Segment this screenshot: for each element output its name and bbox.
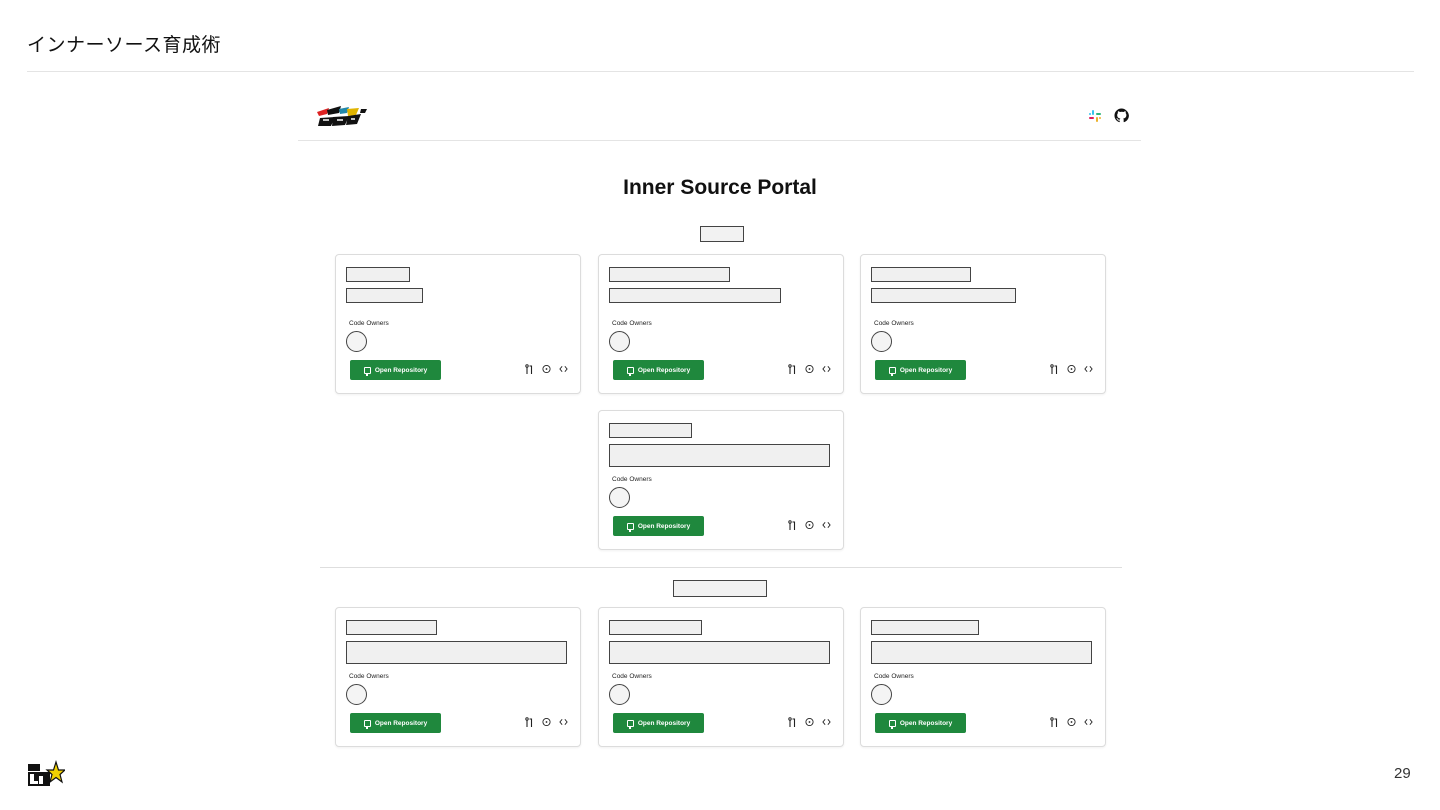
open-repository-label: Open Repository [374, 719, 428, 727]
repo-name-placeholder [609, 620, 702, 635]
repo-name-placeholder [346, 267, 410, 282]
portal-title: Inner Source Portal [623, 176, 817, 199]
issue-icon[interactable] [805, 519, 814, 531]
issue-icon[interactable] [1067, 363, 1076, 375]
repo-description-placeholder [609, 444, 830, 467]
repo-stats [525, 363, 568, 375]
repository-icon [626, 719, 634, 729]
open-repository-button[interactable]: Open Repository [613, 516, 704, 536]
repository-icon [888, 366, 896, 376]
issue-icon[interactable] [805, 363, 814, 375]
code-icon[interactable] [822, 716, 831, 728]
open-repository-button[interactable]: Open Repository [875, 360, 966, 380]
repo-name-placeholder [871, 620, 979, 635]
pull-request-icon[interactable] [525, 363, 534, 375]
code-icon[interactable] [1084, 363, 1093, 375]
code-icon[interactable] [1084, 716, 1093, 728]
issue-icon[interactable] [542, 716, 551, 728]
open-repository-label: Open Repository [899, 366, 953, 374]
code-icon[interactable] [822, 363, 831, 375]
pull-request-icon[interactable] [788, 363, 797, 375]
open-repository-label: Open Repository [637, 366, 691, 374]
repo-description-placeholder [609, 288, 781, 303]
repo-description-placeholder [346, 641, 567, 664]
code-owners-label: Code Owners [612, 476, 652, 483]
open-repository-button[interactable]: Open Repository [350, 713, 441, 733]
repo-card: Code Owners Open Repository [335, 254, 581, 394]
repo-stats [788, 716, 831, 728]
code-icon[interactable] [559, 716, 568, 728]
repo-name-placeholder [609, 267, 730, 282]
owner-avatar[interactable] [346, 331, 367, 352]
issue-icon[interactable] [542, 363, 551, 375]
pull-request-icon[interactable] [525, 716, 534, 728]
repo-description-placeholder [346, 288, 423, 303]
code-owners-label: Code Owners [874, 320, 914, 327]
repo-name-placeholder [609, 423, 692, 438]
section-divider [320, 567, 1122, 568]
repository-icon [626, 366, 634, 376]
repo-card: Code Owners Open Repository [860, 254, 1106, 394]
repo-card: Code Owners Open Repository [335, 607, 581, 747]
repo-card: Code Owners Open Repository [598, 254, 844, 394]
repo-stats [1050, 363, 1093, 375]
repo-card: Code Owners Open Repository [598, 607, 844, 747]
pull-request-icon[interactable] [1050, 716, 1059, 728]
repo-stats [788, 363, 831, 375]
repo-name-placeholder [871, 267, 971, 282]
portal-header-icons [1088, 108, 1129, 123]
code-owners-label: Code Owners [874, 673, 914, 680]
repo-description-placeholder [609, 641, 830, 664]
code-icon[interactable] [822, 519, 831, 531]
pull-request-icon[interactable] [788, 519, 797, 531]
issue-icon[interactable] [1067, 716, 1076, 728]
portal-header-divider [298, 140, 1141, 141]
open-repository-label: Open Repository [899, 719, 953, 727]
section-label-1 [700, 226, 744, 242]
teamlab-logo [28, 760, 65, 786]
portal-logo[interactable] [315, 104, 371, 128]
pull-request-icon[interactable] [788, 716, 797, 728]
open-repository-button[interactable]: Open Repository [350, 360, 441, 380]
repo-description-placeholder [871, 641, 1092, 664]
page-number: 29 [1394, 765, 1411, 782]
code-owners-label: Code Owners [349, 320, 389, 327]
open-repository-button[interactable]: Open Repository [613, 713, 704, 733]
slide-title: インナーソース育成術 [27, 34, 222, 56]
owner-avatar[interactable] [609, 331, 630, 352]
github-icon[interactable] [1114, 108, 1129, 123]
repo-card: Code Owners Open Repository [860, 607, 1106, 747]
repo-stats [525, 716, 568, 728]
open-repository-label: Open Repository [374, 366, 428, 374]
repository-icon [363, 719, 371, 729]
slide-divider [27, 71, 1414, 72]
code-owners-label: Code Owners [612, 320, 652, 327]
owner-avatar[interactable] [609, 684, 630, 705]
issue-icon[interactable] [805, 716, 814, 728]
open-repository-label: Open Repository [637, 719, 691, 727]
repo-card: Code Owners Open Repository [598, 410, 844, 550]
repository-icon [626, 522, 634, 532]
open-repository-label: Open Repository [637, 522, 691, 530]
repository-icon [888, 719, 896, 729]
repo-stats [1050, 716, 1093, 728]
owner-avatar[interactable] [871, 331, 892, 352]
owner-avatar[interactable] [609, 487, 630, 508]
code-owners-label: Code Owners [349, 673, 389, 680]
repo-stats [788, 519, 831, 531]
code-icon[interactable] [559, 363, 568, 375]
repo-name-placeholder [346, 620, 437, 635]
owner-avatar[interactable] [346, 684, 367, 705]
slack-icon[interactable] [1088, 109, 1102, 123]
code-owners-label: Code Owners [612, 673, 652, 680]
repo-description-placeholder [871, 288, 1016, 303]
open-repository-button[interactable]: Open Repository [613, 360, 704, 380]
section-label-2 [673, 580, 767, 597]
open-repository-button[interactable]: Open Repository [875, 713, 966, 733]
pull-request-icon[interactable] [1050, 363, 1059, 375]
owner-avatar[interactable] [871, 684, 892, 705]
repository-icon [363, 366, 371, 376]
